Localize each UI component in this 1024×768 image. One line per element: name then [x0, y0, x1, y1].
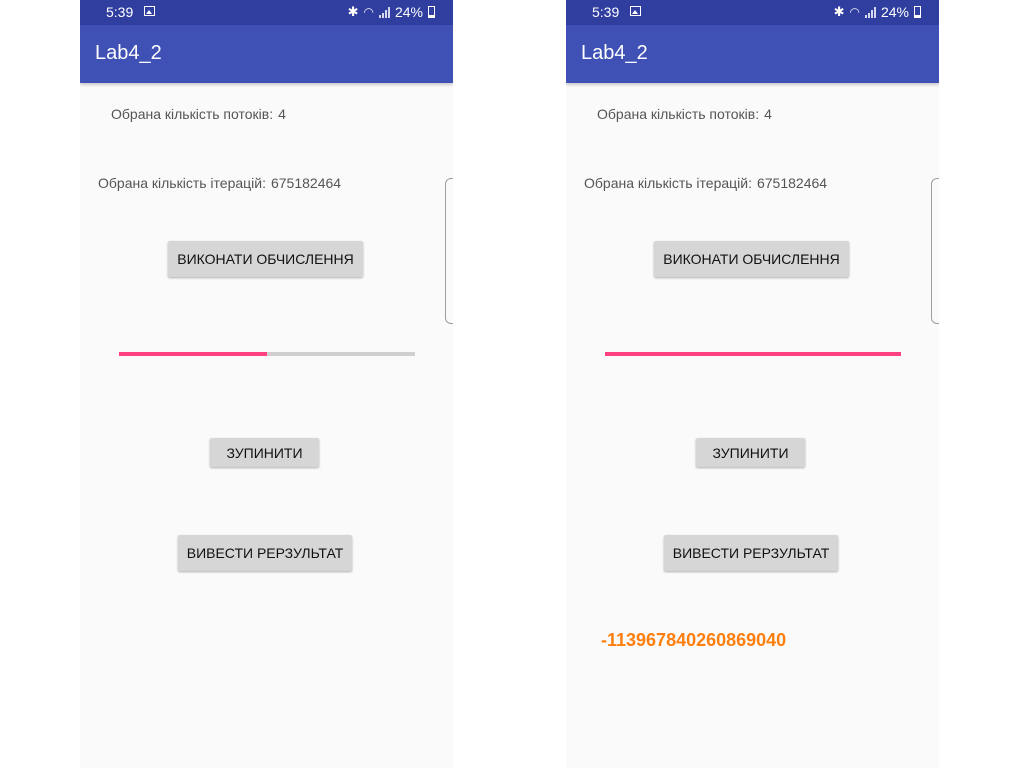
progress-fill: [605, 352, 901, 356]
threads-value: 4: [764, 106, 772, 122]
iterations-count-row: Обрана кількість ітерацій: 675182464: [584, 175, 827, 191]
progress-fill: [119, 352, 267, 356]
side-scroll-handle[interactable]: [931, 178, 939, 324]
status-bar: 5:39 ✱ ◠ 24%: [566, 0, 939, 25]
battery-icon: [914, 6, 921, 18]
progress-bar: [605, 352, 901, 356]
iterations-label: Обрана кількість ітерацій:: [98, 175, 266, 191]
status-indicators: ✱ ◠ 24%: [348, 4, 435, 20]
threads-count-row: Обрана кількість потоків: 4: [111, 106, 286, 122]
image-notification-icon: [630, 6, 641, 16]
threads-label: Обрана кількість потоків:: [597, 106, 760, 122]
battery-icon: [428, 6, 435, 18]
wifi-icon: ◠: [849, 5, 860, 19]
image-notification-icon: [144, 6, 155, 16]
threads-count-row: Обрана кількість потоків: 4: [597, 106, 772, 122]
iterations-value: 675182464: [270, 175, 342, 191]
phone-screen-right: 5:39 ✱ ◠ 24% Lab4_2 Обрана кількість пот…: [566, 0, 939, 768]
compute-button[interactable]: ВИКОНАТИ ОБЧИСЛЕННЯ: [654, 241, 849, 277]
app-title: Lab4_2: [95, 42, 162, 64]
progress-bar: [119, 352, 415, 356]
status-time: 5:39: [106, 4, 134, 20]
phone-screen-left: 5:39 ✱ ◠ 24% Lab4_2 Обрана кількість пот…: [80, 0, 453, 768]
wifi-icon: ◠: [363, 5, 374, 19]
output-result-button[interactable]: ВИВЕСТИ РЕРЗУЛЬТАТ: [664, 535, 838, 571]
threads-label: Обрана кількість потоків:: [111, 106, 274, 122]
app-bar: Lab4_2: [566, 25, 939, 83]
side-scroll-handle[interactable]: [445, 178, 453, 324]
threads-value: 4: [278, 106, 286, 122]
status-time: 5:39: [592, 4, 620, 20]
output-result-button[interactable]: ВИВЕСТИ РЕРЗУЛЬТАТ: [178, 535, 352, 571]
battery-percentage: 24%: [880, 4, 909, 20]
iterations-count-row: Обрана кількість ітерацій: 675182464: [98, 175, 341, 191]
result-text: -113967840260869040: [601, 630, 787, 650]
app-bar: Lab4_2: [80, 25, 453, 83]
compute-button[interactable]: ВИКОНАТИ ОБЧИСЛЕННЯ: [168, 241, 363, 277]
signal-icon: [864, 6, 876, 18]
status-bar: 5:39 ✱ ◠ 24%: [80, 0, 453, 25]
bluetooth-icon: ✱: [833, 4, 845, 19]
app-title: Lab4_2: [581, 42, 648, 64]
signal-icon: [378, 6, 390, 18]
status-indicators: ✱ ◠ 24%: [834, 4, 921, 20]
iterations-label: Обрана кількість ітерацій:: [584, 175, 752, 191]
stop-button[interactable]: ЗУПИНИТИ: [210, 438, 319, 467]
stop-button[interactable]: ЗУПИНИТИ: [696, 438, 805, 467]
bluetooth-icon: ✱: [347, 4, 359, 19]
iterations-value: 675182464: [756, 175, 828, 191]
battery-percentage: 24%: [394, 4, 423, 20]
